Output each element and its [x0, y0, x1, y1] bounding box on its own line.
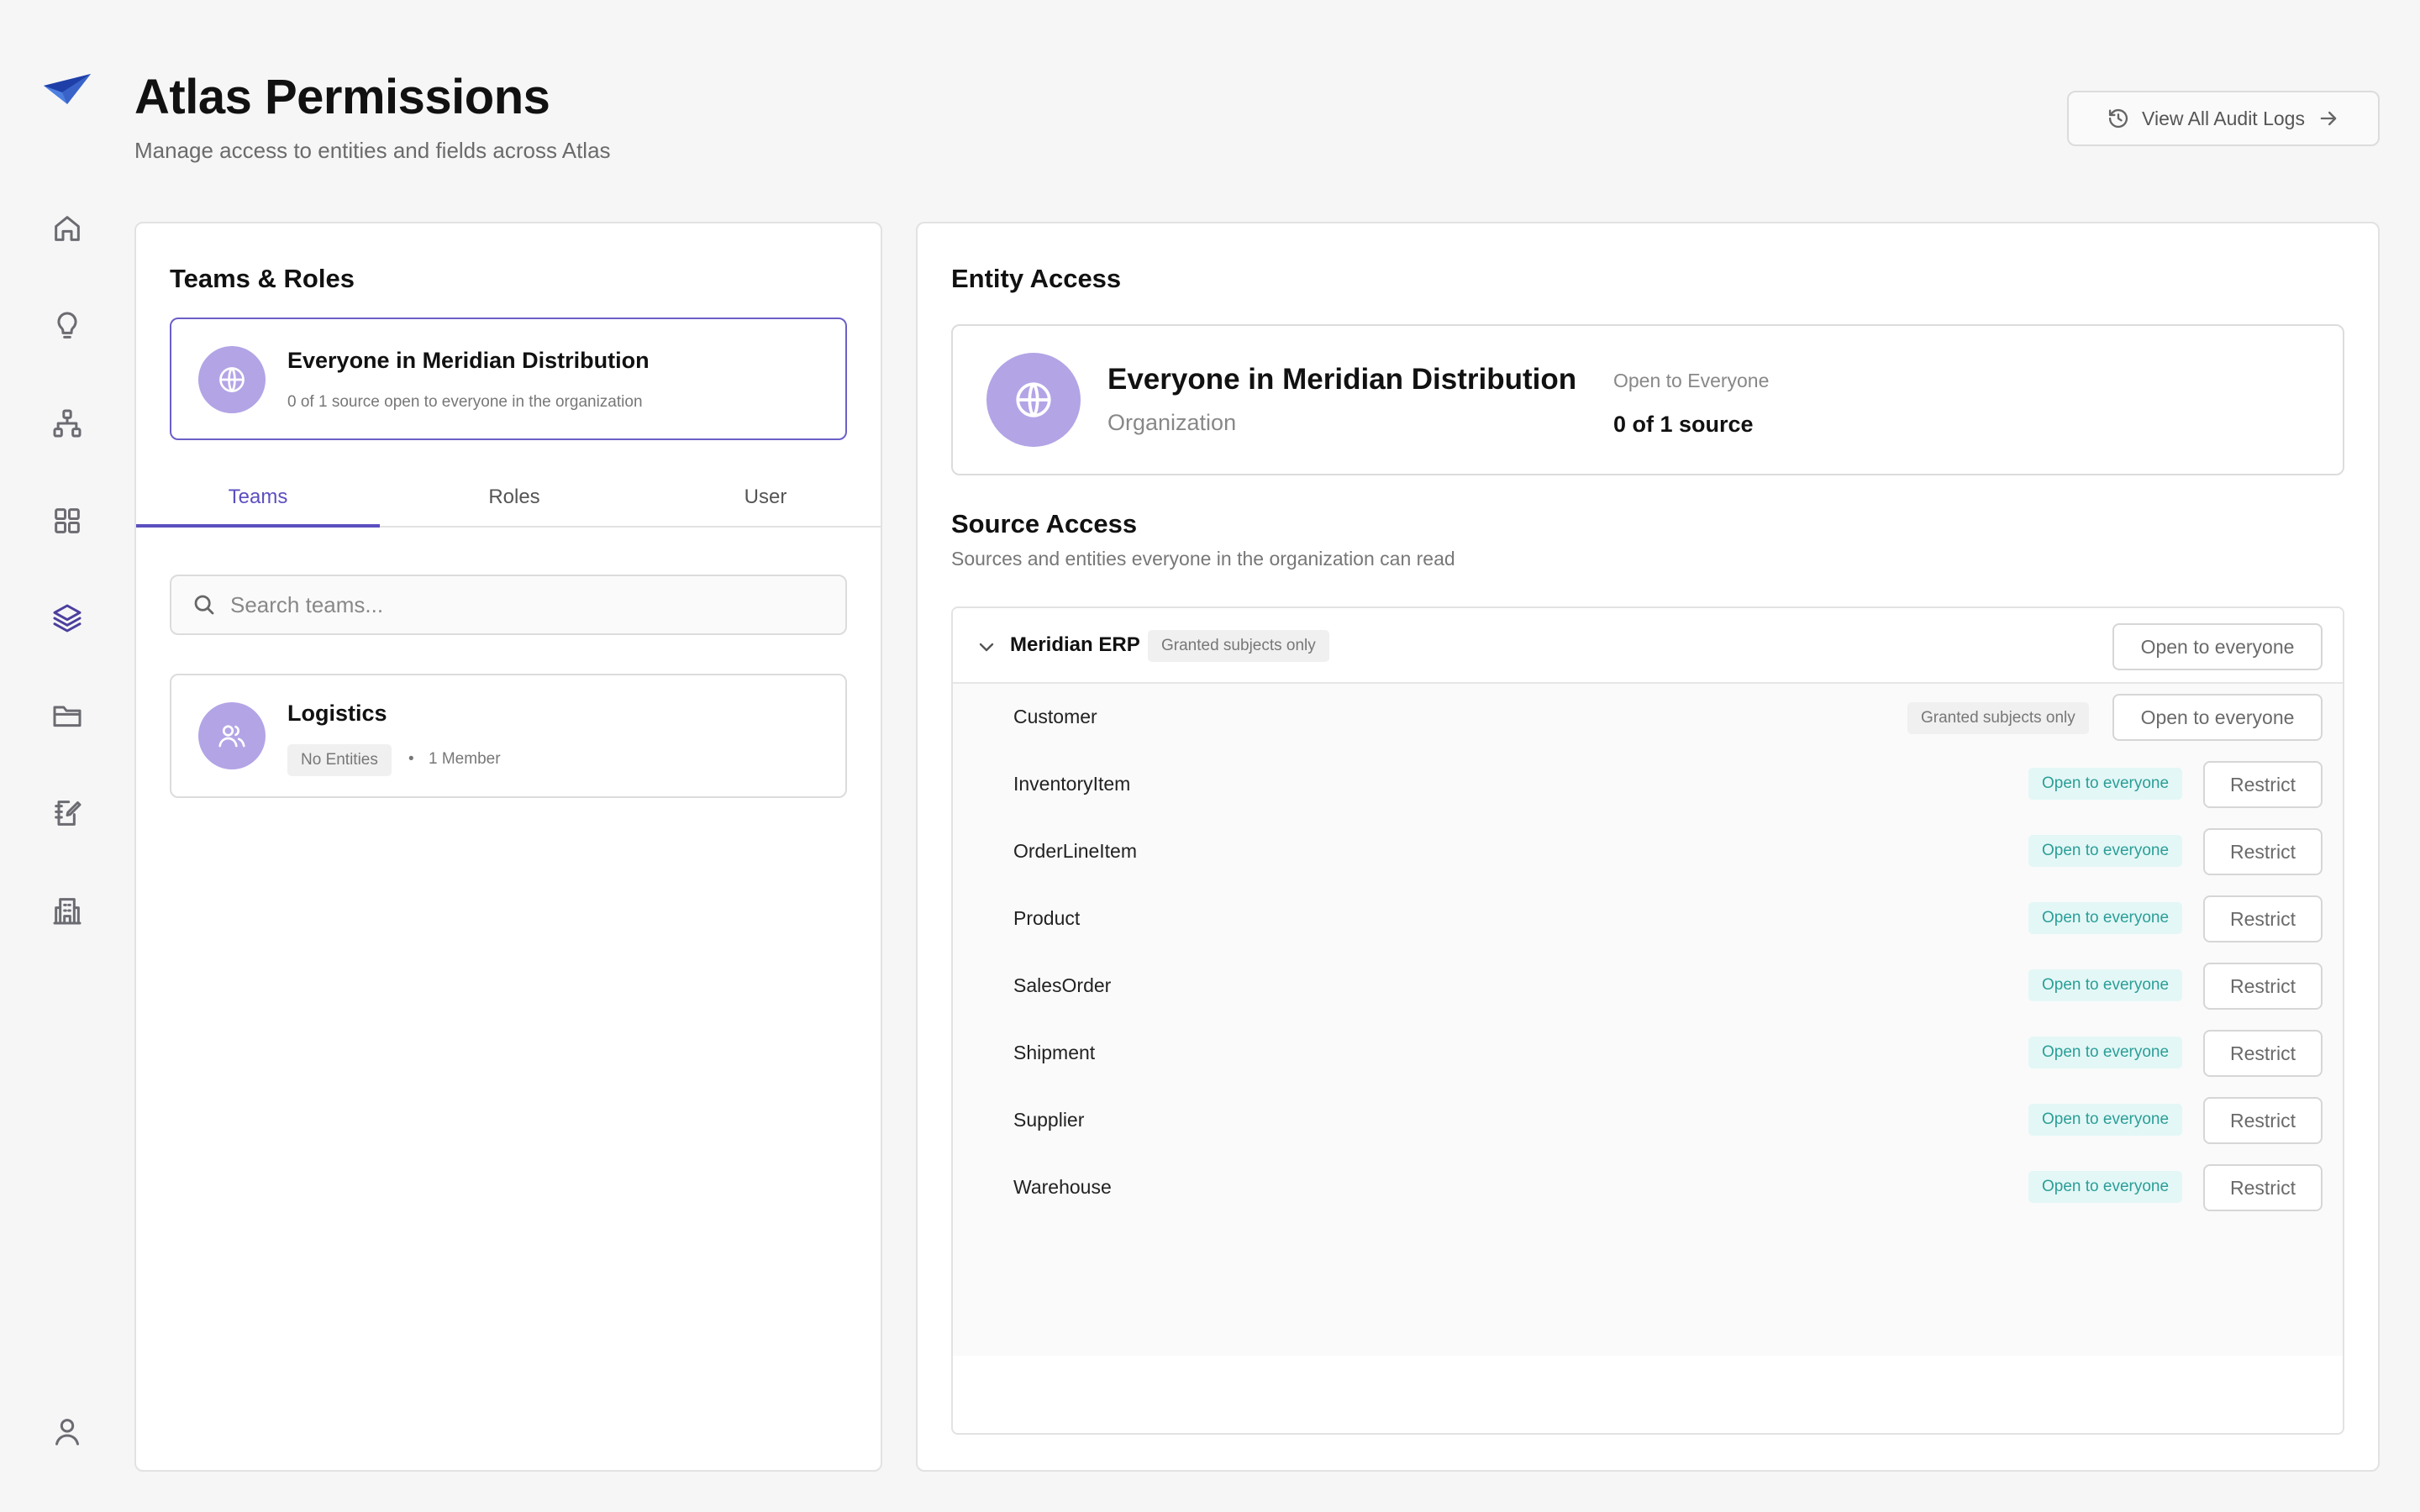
arrow-right-icon	[2320, 111, 2337, 126]
entity-summary-card: Everyone in Meridian Distribution Organi…	[951, 324, 2344, 475]
restrict-button[interactable]: Restrict	[2203, 1164, 2323, 1211]
source-row-meridian-erp: Meridian ERP Granted subjects only Open …	[953, 608, 2343, 684]
grid-icon	[55, 508, 80, 533]
folder-icon	[53, 706, 82, 727]
nav-apps[interactable]	[40, 494, 94, 548]
globe-icon	[1016, 382, 1051, 417]
restrict-button[interactable]: Restrict	[2203, 1097, 2323, 1144]
everyone-card[interactable]: Everyone in Meridian Distribution 0 of 1…	[170, 318, 847, 440]
nav-organization[interactable]	[40, 884, 94, 937]
building-icon	[53, 898, 82, 925]
entity-label: Warehouse	[1013, 1176, 1112, 1198]
entity-row-inventoryitem: InventoryItem Open to everyone Restrict	[953, 751, 2343, 818]
entity-access-badge: Open to everyone	[2028, 1104, 2183, 1136]
entity-access-panel: Entity Access Everyone in Meridian Distr…	[916, 222, 2380, 1472]
entity-row-salesorder: SalesOrder Open to everyone Restrict	[953, 953, 2343, 1020]
everyone-card-name: Everyone in Meridian Distribution	[287, 348, 650, 373]
entity-rows: Customer Granted subjects only Open to e…	[953, 684, 2343, 1356]
entity-status-label: Open to Everyone	[1613, 370, 1770, 391]
entity-row-shipment: Shipment Open to everyone Restrict	[953, 1020, 2343, 1087]
team-meta-separator: •	[408, 750, 414, 768]
entity-label: Shipment	[1013, 1042, 1096, 1063]
source-access-subtitle: Sources and entities everyone in the org…	[951, 548, 1455, 570]
entity-access-badge: Open to everyone	[2028, 1037, 2183, 1068]
entity-name: Everyone in Meridian Distribution	[1107, 363, 1577, 396]
tab-teams[interactable]: Teams	[136, 467, 380, 528]
history-icon	[2108, 108, 2128, 129]
entity-row-warehouse: Warehouse Open to everyone Restrict	[953, 1154, 2343, 1221]
user-icon	[55, 1419, 79, 1446]
source-access-list: Meridian ERP Granted subjects only Open …	[951, 606, 2344, 1435]
entity-label: InventoryItem	[1013, 773, 1131, 795]
lightbulb-icon	[57, 312, 77, 339]
entity-type: Organization	[1107, 410, 1237, 435]
entity-label: Supplier	[1013, 1109, 1085, 1131]
nav-profile[interactable]	[40, 1404, 94, 1458]
tab-roles[interactable]: Roles	[392, 467, 636, 528]
source-name: Meridian ERP	[1010, 633, 1140, 656]
entity-row-orderlineitem: OrderLineItem Open to everyone Restrict	[953, 818, 2343, 885]
hierarchy-icon	[53, 409, 82, 438]
source-open-to-everyone-button[interactable]: Open to everyone	[2112, 623, 2323, 670]
page-title: Atlas Permissions	[134, 70, 550, 124]
entity-label: SalesOrder	[1013, 974, 1112, 996]
globe-icon	[219, 367, 245, 392]
tab-bar: Teams Roles User	[136, 467, 881, 528]
active-tab-indicator	[136, 524, 380, 528]
entity-status-value: 0 of 1 source	[1613, 412, 1754, 437]
restrict-button[interactable]: Restrict	[2203, 895, 2323, 942]
home-icon	[55, 216, 80, 241]
source-access-badge: Granted subjects only	[1148, 630, 1329, 662]
entity-access-title: Entity Access	[951, 264, 1122, 293]
team-card-logistics[interactable]: Logistics No Entities • 1 Member	[170, 674, 847, 798]
entity-avatar	[986, 353, 1081, 447]
team-name: Logistics	[287, 701, 387, 726]
entity-access-badge: Open to everyone	[2028, 969, 2183, 1001]
layers-icon	[53, 604, 82, 633]
restrict-button[interactable]: Restrict	[2203, 1030, 2323, 1077]
team-member-count: 1 Member	[429, 750, 501, 768]
restrict-button[interactable]: Restrict	[2203, 828, 2323, 875]
entity-access-badge: Open to everyone	[2028, 768, 2183, 800]
team-avatar	[198, 702, 266, 769]
atlas-logo[interactable]	[42, 71, 92, 113]
entity-label: OrderLineItem	[1013, 840, 1138, 862]
entity-row-customer: Customer Granted subjects only Open to e…	[953, 684, 2343, 751]
audit-button-label: View All Audit Logs	[2142, 107, 2305, 129]
entity-row-supplier: Supplier Open to everyone Restrict	[953, 1087, 2343, 1154]
search-icon	[194, 595, 214, 615]
nav-home[interactable]	[40, 202, 94, 255]
entity-access-badge: Open to everyone	[2028, 1171, 2183, 1203]
search-teams-input[interactable]	[230, 591, 818, 618]
nav-permissions[interactable]	[40, 591, 94, 645]
teams-roles-panel: Teams & Roles Everyone in Meridian Distr…	[134, 222, 882, 1472]
entity-access-badge: Granted subjects only	[1907, 702, 2089, 734]
view-audit-logs-button[interactable]: View All Audit Logs	[2067, 91, 2380, 146]
entity-access-badge: Open to everyone	[2028, 902, 2183, 934]
source-access-title: Source Access	[951, 509, 1138, 538]
notebook-edit-icon	[55, 801, 82, 826]
restrict-button[interactable]: Restrict	[2203, 761, 2323, 808]
entity-access-badge: Open to everyone	[2028, 835, 2183, 867]
tab-user[interactable]: User	[644, 467, 887, 528]
nav-notes[interactable]	[40, 786, 94, 840]
nav-hierarchy[interactable]	[40, 396, 94, 450]
org-avatar	[198, 346, 266, 413]
everyone-card-description: 0 of 1 source open to everyone in the or…	[287, 393, 643, 411]
entity-label: Product	[1013, 907, 1081, 929]
app-root: Atlas Permissions Manage access to entit…	[0, 0, 2420, 1512]
team-entities-badge: No Entities	[287, 744, 392, 776]
entity-row-product: Product Open to everyone Restrict	[953, 885, 2343, 953]
nav-files[interactable]	[40, 689, 94, 743]
users-icon	[218, 725, 245, 748]
entity-open-to-everyone-button[interactable]: Open to everyone	[2112, 694, 2323, 741]
entity-label: Customer	[1013, 706, 1097, 727]
search-box[interactable]	[170, 575, 847, 635]
page-subtitle: Manage access to entities and fields acr…	[134, 138, 611, 163]
nav-insights[interactable]	[40, 299, 94, 353]
teams-roles-title: Teams & Roles	[170, 264, 355, 293]
chevron-down-icon[interactable]	[976, 637, 997, 657]
restrict-button[interactable]: Restrict	[2203, 963, 2323, 1010]
